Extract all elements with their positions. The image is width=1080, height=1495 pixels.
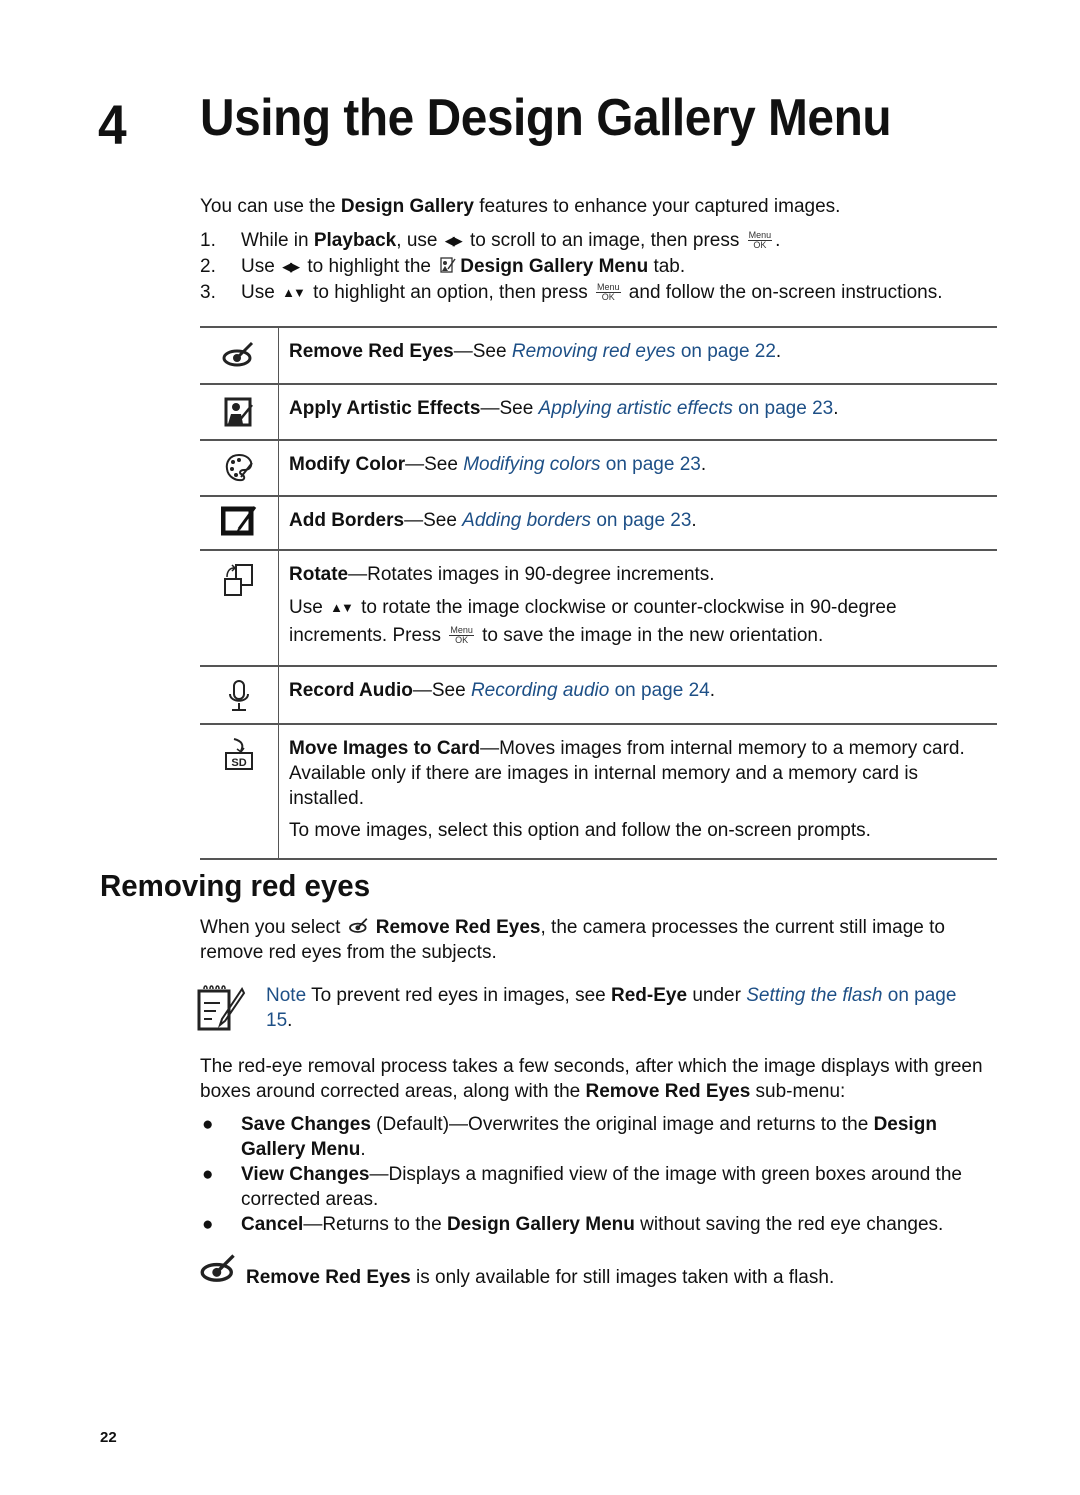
red-eye-icon xyxy=(348,918,368,933)
link-recording-audio[interactable]: Recording audio on page 24 xyxy=(471,680,710,701)
palette-icon xyxy=(225,453,253,482)
section-heading: Removing red eyes xyxy=(100,868,371,903)
submenu-options-list: ● Save Changes (Default)—Overwrites the o… xyxy=(200,1112,1000,1237)
link-applying-artistic-effects[interactable]: Applying artistic effects on page 23 xyxy=(539,398,834,419)
page-number: 22 xyxy=(100,1429,117,1446)
step-3: 3. Use ▲▼ to highlight an option, then p… xyxy=(200,282,943,303)
menu-ok-button-icon: Menu OK xyxy=(596,282,621,303)
table-row: Rotate—Rotates images in 90-degree incre… xyxy=(200,549,997,666)
note-pencil-icon xyxy=(197,985,246,1031)
table-row: Apply Artistic Effects—See Applying arti… xyxy=(200,383,997,440)
table-row: SD Move Images to Card—Moves images from… xyxy=(200,723,997,860)
menu-ok-button-icon: Menu OK xyxy=(449,625,474,646)
left-right-arrows-icon: ◀▶ xyxy=(444,233,463,248)
step-2: 2. Use ◀▶ to highlight the Design Galler… xyxy=(200,256,686,277)
red-eye-icon xyxy=(200,1254,235,1282)
availability-note: Remove Red Eyes is only available for st… xyxy=(200,1252,1000,1290)
table-row: Remove Red Eyes—See Removing red eyes on… xyxy=(200,326,997,384)
link-removing-red-eyes[interactable]: Removing red eyes on page 22 xyxy=(512,341,776,362)
link-modifying-colors[interactable]: Modifying colors on page 23 xyxy=(463,454,701,475)
up-down-arrows-icon: ▲▼ xyxy=(282,285,306,300)
list-item: ● Save Changes (Default)—Overwrites the o… xyxy=(202,1114,937,1160)
paragraph-process: The red-eye removal process takes a few … xyxy=(200,1056,983,1102)
design-gallery-icon xyxy=(440,257,456,273)
up-down-arrows-icon: ▲▼ xyxy=(330,600,354,615)
table-row: Add Borders—See Adding borders on page 2… xyxy=(200,495,997,550)
link-adding-borders[interactable]: Adding borders on page 23 xyxy=(462,510,691,531)
intro-paragraph: You can use the Design Gallery features … xyxy=(200,196,841,217)
table-row: Modify Color—See Modifying colors on pag… xyxy=(200,439,997,496)
paragraph-select: When you select Remove Red Eyes, the cam… xyxy=(200,917,945,963)
sd-card-icon: SD xyxy=(225,738,253,770)
menu-ok-button-icon: Menu OK xyxy=(747,230,773,251)
steps-list: 1. While in Playback, use ◀▶ to scroll t… xyxy=(200,228,1000,306)
chapter-title: Using the Design Gallery Menu xyxy=(200,89,892,147)
borders-icon xyxy=(220,506,257,536)
chapter-number: 4 xyxy=(98,93,127,156)
rotate-icon xyxy=(224,564,253,596)
left-right-arrows-icon: ◀▶ xyxy=(282,259,300,274)
design-gallery-menu-table: Remove Red Eyes—See Removing red eyes on… xyxy=(200,326,997,860)
svg-text:SD: SD xyxy=(231,757,246,769)
red-eye-icon xyxy=(222,341,254,367)
table-row: Record Audio—See Recording audio on page… xyxy=(200,665,997,724)
list-item: ● View Changes—Displays a magnified view … xyxy=(202,1164,962,1210)
list-item: ● Cancel—Returns to the Design Gallery Me… xyxy=(202,1214,944,1235)
microphone-icon xyxy=(229,680,249,711)
step-1: 1. While in Playback, use ◀▶ to scroll t… xyxy=(200,230,781,251)
artistic-effects-icon xyxy=(224,397,253,427)
